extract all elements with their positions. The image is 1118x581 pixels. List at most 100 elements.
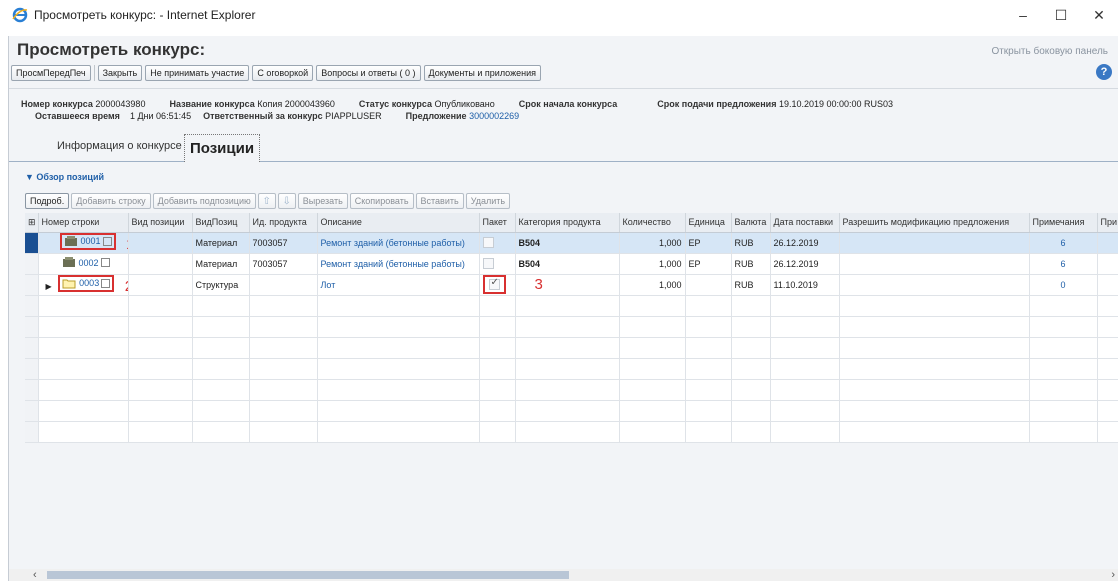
documents-attachments-button[interactable]: Документы и приложения	[423, 65, 541, 81]
table-row[interactable]: ▶ 0003 2 Структура Лот 3 1,000	[25, 274, 1118, 296]
folder-icon	[62, 279, 76, 289]
material-item-icon	[64, 235, 77, 246]
cell-description-link[interactable]: Лот	[317, 274, 480, 296]
cell-extra	[1097, 232, 1118, 254]
label-offer: Предложение	[405, 111, 467, 121]
add-line-button[interactable]: Добавить строку	[71, 193, 151, 209]
cell-category: B504	[515, 253, 620, 275]
internet-explorer-icon	[12, 7, 28, 23]
questions-answers-button[interactable]: Вопросы и ответы ( 0 )	[316, 65, 421, 81]
package-checkbox[interactable]	[482, 258, 494, 270]
cell-currency: RUB	[731, 253, 771, 275]
tab-items[interactable]: Позиции	[184, 134, 260, 162]
line-number-link[interactable]: 0001	[81, 236, 101, 246]
col-currency[interactable]: Валюта	[731, 213, 771, 233]
col-product-category[interactable]: Категория продукта	[515, 213, 620, 233]
line-number-cell[interactable]: ▶ 0003 2	[38, 274, 129, 296]
cell-description-link[interactable]: Ремонт зданий (бетонные работы)	[317, 232, 480, 254]
row-selector[interactable]	[25, 253, 39, 275]
col-allow-modification[interactable]: Разрешить модификацию предложения	[839, 213, 1030, 233]
delete-button[interactable]: Удалить	[465, 193, 511, 209]
highlight-box: 0003	[58, 274, 115, 292]
cell-notes-link[interactable]: 6	[1029, 232, 1098, 254]
select-all-icon[interactable]: ⊞	[25, 213, 39, 233]
help-icon[interactable]: ?	[1096, 64, 1112, 80]
empty-row	[25, 295, 1118, 317]
detail-icon[interactable]	[102, 236, 112, 246]
header-info: Номер конкурса 2000043980 Название конку…	[21, 98, 893, 122]
close-rfx-button[interactable]: Закрыть	[97, 65, 143, 81]
cell-item-type	[128, 232, 193, 254]
col-quantity[interactable]: Количество	[619, 213, 686, 233]
cell-category: 3	[515, 274, 620, 296]
line-number-link[interactable]: 0003	[79, 278, 99, 288]
col-description[interactable]: Описание	[317, 213, 480, 233]
cell-package	[479, 232, 516, 254]
items-grid: ⊞ Номер строки Вид позиции ВидПозиц Ид. …	[25, 213, 1118, 443]
detail-icon[interactable]	[100, 258, 110, 268]
add-subitem-button[interactable]: Добавить подпозицию	[152, 193, 256, 209]
cell-extra	[1097, 253, 1118, 275]
window-titlebar: Просмотреть конкурс: - Internet Explorer…	[0, 0, 1118, 30]
print-preview-button[interactable]: ПросмПередПеч	[11, 65, 91, 81]
label-rfx-number: Номер конкурса	[21, 99, 93, 109]
decline-participation-button[interactable]: Не принимать участие	[145, 65, 250, 81]
line-number-link[interactable]: 0002	[79, 258, 99, 268]
value-responsible: PIAPPLUSER	[325, 111, 382, 121]
items-overview-toggle[interactable]: ▼ Обзор позиций	[25, 172, 104, 182]
cell-description-link[interactable]: Ремонт зданий (бетонные работы)	[317, 253, 480, 275]
close-button[interactable]: ✕	[1080, 0, 1118, 30]
annotation-label: 3	[534, 276, 543, 294]
empty-row	[25, 358, 1118, 380]
maximize-button[interactable]: ☐	[1042, 0, 1080, 30]
package-checkbox[interactable]	[488, 277, 500, 291]
cell-notes-link[interactable]: 6	[1029, 253, 1098, 275]
detail-icon[interactable]	[101, 278, 111, 288]
col-unit[interactable]: Единица	[685, 213, 732, 233]
empty-row	[25, 421, 1118, 443]
scroll-left-icon[interactable]: ‹	[33, 569, 37, 581]
col-package[interactable]: Пакет	[479, 213, 516, 233]
col-notes[interactable]: Примечания	[1029, 213, 1098, 233]
cell-item-kind: Материал	[192, 253, 250, 275]
cell-quantity: 1,000	[619, 274, 686, 296]
tab-rfx-info[interactable]: Информация о конкурсе	[57, 140, 182, 152]
line-number-cell[interactable]: 0001 1	[38, 232, 129, 254]
scroll-right-icon[interactable]: ›	[1111, 569, 1115, 581]
cell-quantity: 1,000	[619, 232, 686, 254]
cell-unit	[685, 274, 732, 296]
col-item-kind[interactable]: ВидПозиц	[192, 213, 250, 233]
cell-item-type	[128, 253, 193, 275]
row-selector[interactable]	[25, 274, 39, 296]
move-up-icon[interactable]: ⇧	[257, 193, 276, 209]
with-reservation-button[interactable]: С оговоркой	[252, 65, 314, 81]
horizontal-scrollbar[interactable]: ‹ ›	[9, 569, 1118, 581]
cut-button[interactable]: Вырезать	[297, 193, 348, 209]
col-line-number[interactable]: Номер строки	[38, 213, 129, 233]
page-title: Просмотреть конкурс:	[17, 40, 206, 59]
details-button[interactable]: Подроб.	[25, 193, 70, 209]
table-row[interactable]: 0002 Материал 7003057 Ремонт зданий (бет…	[25, 253, 1118, 275]
cell-allow-modification	[839, 274, 1030, 296]
row-selector[interactable]	[25, 232, 39, 254]
package-checkbox[interactable]	[482, 237, 494, 249]
minimize-button[interactable]: –	[1004, 0, 1042, 30]
paste-button[interactable]: Вставить	[415, 193, 464, 209]
open-sidebar-link[interactable]: Открыть боковую панель	[991, 46, 1108, 57]
line-number-cell[interactable]: 0002	[38, 253, 129, 275]
cell-delivery-date: 11.10.2019	[770, 274, 840, 296]
move-down-icon[interactable]: ⇩	[277, 193, 296, 209]
col-delivery-date[interactable]: Дата поставки	[770, 213, 840, 233]
col-extra[interactable]: При	[1097, 213, 1118, 233]
copy-button[interactable]: Скопировать	[349, 193, 414, 209]
col-product-id[interactable]: Ид. продукта	[249, 213, 318, 233]
label-remaining-time: Оставшееся время	[35, 111, 120, 121]
cell-item-kind: Структура	[192, 274, 250, 296]
cell-notes-link[interactable]: 0	[1029, 274, 1098, 296]
expand-arrow-icon[interactable]: ▶	[46, 282, 52, 291]
col-item-type[interactable]: Вид позиции	[128, 213, 193, 233]
table-row[interactable]: 0001 1 Материал 7003057 Ремонт зданий (б…	[25, 232, 1118, 254]
offer-link[interactable]: 3000002269	[469, 110, 519, 122]
toolbar-separator	[93, 65, 95, 81]
scrollbar-thumb[interactable]	[47, 571, 569, 579]
